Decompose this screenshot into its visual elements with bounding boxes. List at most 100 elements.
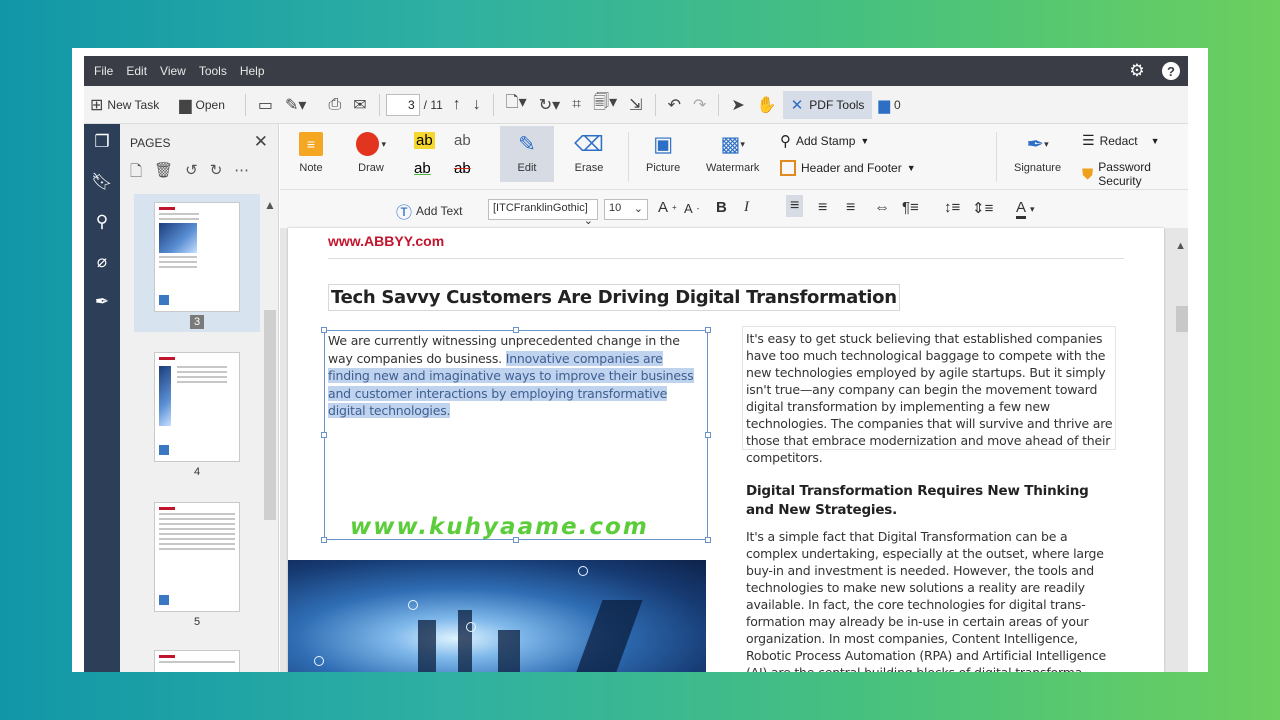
signature-button[interactable]: ✒ ▾ Signature	[1014, 130, 1062, 175]
arrow-down-icon[interactable]: ↓	[467, 90, 487, 120]
divider	[628, 132, 629, 182]
menu-tools[interactable]: Tools	[199, 64, 227, 78]
font-color-icon[interactable]: A ▾	[1016, 199, 1035, 219]
align-center-icon[interactable]: ≡	[818, 199, 827, 217]
add-page-icon[interactable]: 🗋▾	[500, 90, 533, 120]
page-number-input[interactable]: 3	[385, 93, 420, 116]
document-page: www.ABBYY.com Tech Savvy Customers Are D…	[288, 228, 1164, 672]
right-paragraph-2: It's a simple fact that Digital Transfor…	[746, 529, 1107, 672]
email-icon[interactable]: ✉	[347, 90, 372, 120]
crop-icon[interactable]: ⌗	[566, 90, 587, 120]
resize-handle[interactable]	[321, 327, 327, 333]
rotate-icon[interactable]: ↻▾	[533, 90, 566, 120]
divider	[492, 93, 494, 116]
decrease-font-icon[interactable]: A-	[684, 201, 699, 216]
export-icon[interactable]: ⇲	[623, 90, 648, 120]
add-stamp-button[interactable]: ⚲ Add Stamp ▼	[780, 132, 869, 150]
header-footer-button[interactable]: Header and Footer ▼	[780, 160, 916, 176]
document-headline[interactable]: Tech Savvy Customers Are Driving Digital…	[328, 284, 900, 311]
new-task-button[interactable]: ⊞ New Task	[84, 90, 165, 120]
settings-gear-icon[interactable]: ⚙	[1126, 60, 1148, 82]
draw-button[interactable]: ▾ Draw	[356, 130, 386, 174]
arrow-up-icon[interactable]: ↑	[447, 90, 467, 120]
more-icon[interactable]: ⋯	[234, 161, 249, 186]
cursor-icon[interactable]: ➤	[725, 90, 750, 120]
strikethrough-text-icon[interactable]: ab	[454, 160, 471, 177]
add-page-icon[interactable]: 🗋	[130, 161, 142, 186]
open-button[interactable]: ▆ Open	[173, 90, 231, 120]
save-icon[interactable]: ▭	[252, 90, 279, 120]
undo-icon[interactable]: ↶	[662, 90, 687, 120]
password-security-button[interactable]: ⛊ Password Security	[1082, 160, 1188, 188]
underline-text-icon[interactable]: ab	[414, 160, 431, 177]
thumbnail-page-3[interactable]	[154, 202, 240, 312]
bookmark-icon[interactable]: 🔖︎	[90, 170, 114, 194]
rotate-right-icon[interactable]: ↻	[210, 161, 223, 186]
thumbnail-page-4[interactable]	[154, 352, 240, 462]
search-icon[interactable]: ⚲	[90, 210, 114, 234]
font-family-select[interactable]: [ITCFranklinGothic] ⌄	[488, 199, 598, 227]
resize-handle[interactable]	[705, 432, 711, 438]
comments-button[interactable]: ▆ 0	[872, 90, 906, 120]
menu-help[interactable]: Help	[240, 64, 265, 78]
thumbnail-page-6[interactable]	[154, 650, 240, 672]
brand-url[interactable]: www.ABBYY.com	[328, 233, 444, 249]
justify-icon[interactable]: ⇔	[874, 199, 890, 217]
align-right-icon[interactable]: ≡	[846, 199, 855, 217]
scroll-up-icon[interactable]: ▲	[1175, 240, 1186, 252]
erase-button[interactable]: ⌫ Erase	[574, 130, 604, 175]
chevron-down-icon: ▼	[860, 136, 870, 146]
increase-font-icon[interactable]: A +	[658, 199, 677, 216]
align-left-icon[interactable]: ≡	[786, 195, 804, 217]
thumbnail-scrollbar[interactable]	[264, 310, 276, 520]
menu-edit[interactable]: Edit	[126, 64, 147, 78]
help-icon[interactable]: ?	[1162, 62, 1180, 80]
signature-label: Signature	[1014, 162, 1062, 174]
font-size-select[interactable]: 10 ⌄	[604, 199, 648, 220]
erase-label: Erase	[574, 162, 604, 174]
paragraph-spacing-icon[interactable]: ⇕≡	[972, 199, 993, 217]
watermark-icon: ▩ ▾	[720, 132, 745, 156]
paragraph-direction-icon[interactable]: ¶≡	[902, 199, 919, 216]
resize-handle[interactable]	[321, 432, 327, 438]
delete-icon[interactable]: 🗑	[154, 161, 173, 186]
edit-button[interactable]: ✎ Edit	[500, 126, 554, 182]
right-column[interactable]: It's easy to get stuck believing that es…	[746, 330, 1120, 672]
resize-handle[interactable]	[705, 537, 711, 543]
rotate-left-icon[interactable]: ↺	[185, 161, 198, 186]
thumbnail-scroll-up-icon[interactable]: ▲	[264, 198, 276, 212]
replace-text-icon[interactable]: ab	[454, 132, 471, 149]
add-text-button[interactable]: Ⓣ Add Text	[396, 199, 463, 223]
intro-paragraph[interactable]: We are currently witnessing unprecedente…	[328, 332, 708, 420]
resize-handle[interactable]	[321, 537, 327, 543]
redact-label: Redact	[1099, 133, 1138, 148]
menu-file[interactable]: File	[94, 64, 113, 78]
italic-icon[interactable]: I	[744, 199, 749, 216]
close-icon[interactable]: ✕	[254, 132, 268, 152]
thumbnail-number: 3	[134, 315, 260, 329]
bold-icon[interactable]: B	[716, 199, 727, 216]
page-view-icon[interactable]: 🗐▾	[587, 90, 623, 120]
pdf-tools-button[interactable]: ✕ PDF Tools	[782, 90, 873, 119]
document-scrollbar[interactable]	[1176, 306, 1188, 332]
redact-button[interactable]: ☰ Redact ▼	[1082, 132, 1160, 149]
draw-label: Draw	[358, 162, 384, 174]
highlight-text-icon[interactable]: ab	[414, 132, 435, 149]
hand-icon[interactable]: ✋	[751, 90, 783, 120]
pages-icon[interactable]: ❐	[90, 130, 114, 154]
note-button[interactable]: ≡ Note	[296, 130, 326, 174]
city-network-image[interactable]	[288, 560, 706, 672]
picture-button[interactable]: ▣ Picture	[646, 130, 680, 175]
signature-pen-icon[interactable]: ✒	[90, 290, 114, 314]
save-as-icon[interactable]: ✎▾	[279, 90, 312, 120]
redo-icon[interactable]: ↷	[687, 90, 712, 120]
print-icon[interactable]: ⎙	[322, 90, 347, 120]
menu-view[interactable]: View	[160, 64, 186, 78]
right-paragraph-1: It's easy to get stuck believing that es…	[746, 331, 1113, 465]
thumbnail-page-5[interactable]	[154, 502, 240, 612]
watermark-button[interactable]: ▩ ▾ Watermark	[706, 130, 759, 175]
font-family-value: [ITCFranklinGothic]	[493, 202, 588, 214]
line-spacing-icon[interactable]: ↕≡	[944, 199, 960, 216]
header-footer-label: Header and Footer	[801, 161, 902, 175]
attachment-icon[interactable]: ⌀	[90, 250, 114, 274]
